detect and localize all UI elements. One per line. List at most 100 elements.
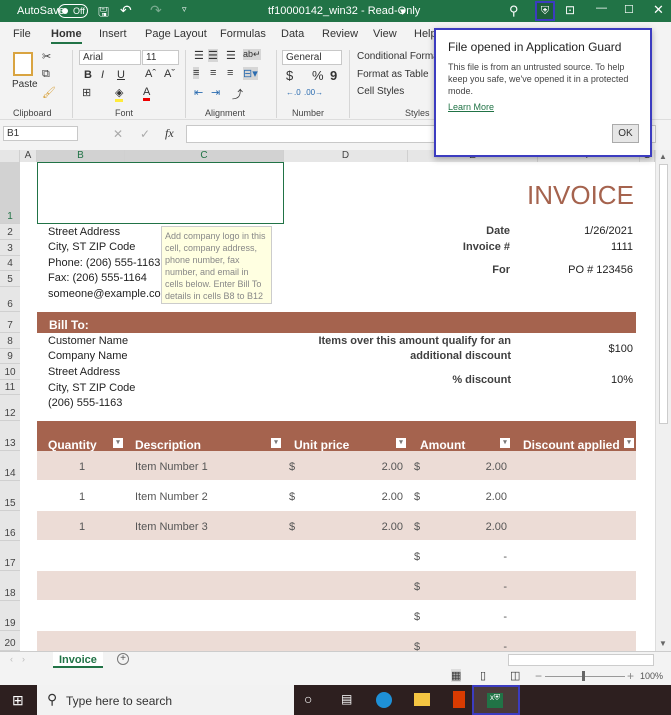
table-row[interactable]: $ - bbox=[37, 601, 636, 631]
table-row[interactable]: 1 Item Number 2 $2.00 $2.00 bbox=[37, 481, 636, 511]
sheet-tab-invoice[interactable]: Invoice bbox=[53, 652, 103, 668]
tab-review[interactable]: Review bbox=[322, 28, 358, 40]
borders-icon[interactable]: ⊞ bbox=[82, 86, 91, 99]
row-header[interactable]: 5 bbox=[0, 271, 20, 287]
row-header[interactable]: 10 bbox=[0, 364, 20, 380]
zoom-slider-thumb[interactable] bbox=[582, 671, 585, 681]
table-row[interactable]: $ - bbox=[37, 541, 636, 571]
redo-icon[interactable]: ↷ bbox=[150, 2, 162, 19]
add-sheet-button[interactable]: + bbox=[117, 653, 129, 665]
percent-button[interactable]: % bbox=[312, 68, 324, 83]
paste-button[interactable]: Paste bbox=[12, 79, 38, 90]
row-header[interactable]: 8 bbox=[0, 333, 20, 349]
row-header[interactable]: 20 bbox=[0, 631, 20, 651]
row-header[interactable]: 1 bbox=[0, 162, 20, 224]
logo-cell-selected[interactable] bbox=[37, 162, 284, 224]
tab-insert[interactable]: Insert bbox=[99, 28, 127, 40]
currency-button[interactable]: $ bbox=[286, 68, 293, 83]
page-break-view-icon[interactable]: ◫ bbox=[510, 669, 520, 682]
conditional-formatting-button[interactable]: Conditional Formatting bbox=[357, 51, 435, 62]
fill-color-icon[interactable]: ◈ bbox=[115, 86, 124, 102]
minimize-icon[interactable]: — bbox=[596, 2, 607, 14]
cortana-icon[interactable]: ○ bbox=[304, 691, 312, 707]
column-header-d[interactable]: D bbox=[284, 150, 408, 162]
table-row[interactable]: $ - bbox=[37, 571, 636, 601]
align-right-icon[interactable]: ≡ bbox=[227, 67, 233, 79]
font-size-select[interactable]: 11 bbox=[142, 50, 179, 65]
decrease-font-icon[interactable]: Aˇ bbox=[164, 68, 175, 80]
align-center-icon[interactable]: ≡ bbox=[210, 67, 216, 79]
scroll-up-icon[interactable]: ▲ bbox=[659, 152, 667, 161]
column-header-b[interactable]: B bbox=[37, 150, 125, 162]
italic-button[interactable]: I bbox=[101, 69, 104, 81]
zoom-in-icon[interactable]: + bbox=[627, 669, 634, 683]
application-guard-icon[interactable]: ⛨ bbox=[535, 1, 555, 21]
cancel-icon[interactable]: ✕ bbox=[113, 127, 123, 141]
table-row[interactable]: $ - bbox=[37, 631, 636, 651]
filter-dropdown-icon[interactable]: ▾ bbox=[271, 438, 281, 448]
column-header-c[interactable]: C bbox=[125, 150, 284, 162]
page-layout-view-icon[interactable]: ▯ bbox=[480, 669, 486, 682]
bottom-align-icon[interactable]: ☰ bbox=[226, 49, 236, 62]
filter-dropdown-icon[interactable]: ▾ bbox=[500, 438, 510, 448]
font-family-select[interactable]: Arial bbox=[79, 50, 141, 65]
row-header[interactable]: 4 bbox=[0, 256, 20, 271]
normal-view-icon[interactable]: ▦ bbox=[451, 669, 462, 682]
filter-dropdown-icon[interactable]: ▾ bbox=[624, 438, 634, 448]
windows-start-icon[interactable]: ⊞ bbox=[12, 692, 24, 709]
row-header[interactable]: 17 bbox=[0, 541, 20, 571]
learn-more-link[interactable]: Learn More bbox=[448, 102, 494, 112]
orientation-icon[interactable]: ⤴ bbox=[232, 86, 243, 102]
middle-align-icon[interactable]: ☰ bbox=[208, 49, 218, 62]
search-icon[interactable]: ⚲ bbox=[509, 3, 519, 19]
next-sheet-icon[interactable]: › bbox=[22, 654, 25, 664]
row-header[interactable]: 15 bbox=[0, 481, 20, 511]
row-header[interactable]: 7 bbox=[0, 312, 20, 333]
cut-icon[interactable]: ✂ bbox=[42, 50, 51, 63]
merge-center-icon[interactable]: ⊟▾ bbox=[243, 67, 258, 80]
filter-dropdown-icon[interactable]: ▾ bbox=[113, 438, 123, 448]
close-icon[interactable]: ✕ bbox=[653, 2, 664, 18]
taskbar-search-box[interactable]: ⚲ Type here to search bbox=[37, 685, 294, 715]
name-box[interactable]: B1 bbox=[3, 126, 78, 141]
tab-data[interactable]: Data bbox=[281, 28, 304, 40]
scrollbar-thumb[interactable] bbox=[659, 164, 668, 424]
excel-taskbar-button[interactable]: x⛨ bbox=[472, 685, 520, 715]
worksheet-grid[interactable]: A B C D E F G 12345678910111213141516171… bbox=[0, 150, 655, 651]
format-painter-icon[interactable]: 🖌 bbox=[42, 86, 56, 99]
row-header[interactable]: 3 bbox=[0, 240, 20, 256]
copy-icon[interactable]: ⧉ bbox=[42, 68, 50, 81]
underline-button[interactable]: U bbox=[117, 69, 125, 81]
customize-qat-icon[interactable]: ▿ bbox=[182, 4, 187, 15]
vertical-scrollbar[interactable]: ▲ ▼ bbox=[655, 150, 671, 651]
column-header-a[interactable]: A bbox=[20, 150, 37, 162]
font-color-icon[interactable]: A bbox=[143, 86, 151, 101]
row-header[interactable]: 9 bbox=[0, 349, 20, 364]
scroll-down-icon[interactable]: ▼ bbox=[659, 639, 667, 648]
paste-icon[interactable] bbox=[13, 52, 33, 76]
row-header[interactable]: 2 bbox=[0, 224, 20, 240]
table-row[interactable]: 1 Item Number 3 $2.00 $2.00 bbox=[37, 511, 636, 541]
tab-formulas[interactable]: Formulas bbox=[220, 28, 266, 40]
tab-home[interactable]: Home bbox=[51, 28, 82, 44]
row-header[interactable]: 13 bbox=[0, 421, 20, 451]
comma-button[interactable]: 9 bbox=[330, 68, 337, 83]
row-header[interactable]: 16 bbox=[0, 511, 20, 541]
zoom-level[interactable]: 100% bbox=[640, 671, 663, 681]
task-view-icon[interactable]: ▤ bbox=[341, 692, 352, 706]
edge-icon[interactable] bbox=[376, 692, 392, 708]
table-row[interactable]: 1 Item Number 1 $2.00 $2.00 bbox=[37, 451, 636, 481]
increase-font-icon[interactable]: Aˆ bbox=[145, 68, 156, 80]
ribbon-display-icon[interactable]: ⊡ bbox=[565, 3, 575, 17]
cell-styles-button[interactable]: Cell Styles bbox=[357, 86, 404, 97]
autosave-toggle[interactable]: Off bbox=[58, 4, 88, 18]
tab-page-layout[interactable]: Page Layout bbox=[145, 28, 207, 40]
file-explorer-icon[interactable] bbox=[414, 693, 430, 706]
decrease-decimal-icon[interactable]: .00→ bbox=[304, 88, 323, 97]
horizontal-scrollbar[interactable] bbox=[508, 654, 654, 666]
bold-button[interactable]: B bbox=[84, 69, 92, 81]
undo-icon[interactable]: ↶ bbox=[120, 2, 132, 19]
increase-indent-icon[interactable]: ⇥ bbox=[211, 86, 220, 99]
title-dropdown-icon[interactable]: ▾ bbox=[400, 5, 406, 18]
row-header[interactable]: 19 bbox=[0, 601, 20, 631]
